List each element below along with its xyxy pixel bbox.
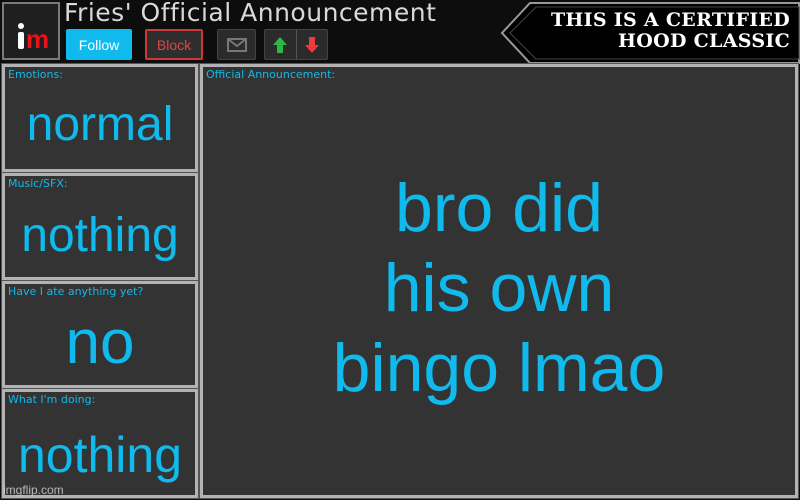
logo-i-dot [18, 23, 24, 29]
doing-value: nothing [17, 427, 183, 483]
page-title: Fries' Official Announcement [64, 0, 437, 27]
follow-button[interactable]: Follow [66, 29, 132, 60]
imgflip-watermark: imgflip.com [3, 483, 64, 497]
logo-i-stem [18, 32, 24, 49]
banner-line-1: THIS IS A CERTIFIED [550, 9, 790, 31]
ate-panel: Have I ate anything yet? no [1, 280, 199, 389]
music-value: nothing [21, 209, 179, 262]
logo-m: m [26, 24, 50, 54]
downvote-button[interactable] [295, 30, 328, 59]
vote-group [264, 29, 328, 60]
music-panel: Music/SFX: nothing [1, 172, 199, 281]
doing-panel: What I'm doing: nothing [1, 388, 199, 499]
banner-text: THIS IS A CERTIFIED HOOD CLASSIC [551, 10, 790, 52]
arrow-up-icon [273, 36, 288, 53]
arrow-down-icon [304, 36, 319, 53]
doing-label: What I'm doing: [8, 393, 96, 406]
announcement-line: bingo lmao [332, 330, 666, 406]
emotions-value: normal [26, 98, 174, 151]
message-button[interactable] [217, 29, 256, 60]
announcement-text: bro did his own bingo lmao [203, 168, 795, 408]
emotions-label: Emotions: [8, 68, 63, 81]
ate-label: Have I ate anything yet? [8, 285, 144, 298]
emotions-panel: Emotions: normal [1, 63, 199, 173]
banner-line-2: HOOD CLASSIC [617, 30, 790, 52]
ate-value: no [65, 308, 135, 377]
music-label: Music/SFX: [8, 177, 68, 190]
announcement-label: Official Announcement: [206, 68, 336, 81]
hood-classic-banner: THIS IS A CERTIFIED HOOD CLASSIC [500, 2, 800, 64]
envelope-icon [226, 37, 247, 52]
announcement-panel: Official Announcement: bro did his own b… [199, 63, 799, 499]
announcement-line: his own [383, 250, 615, 326]
site-logo[interactable]: m [2, 2, 60, 60]
announcement-line: bro did [395, 170, 603, 246]
block-button[interactable]: Block [145, 29, 203, 60]
upvote-button[interactable] [265, 30, 296, 59]
